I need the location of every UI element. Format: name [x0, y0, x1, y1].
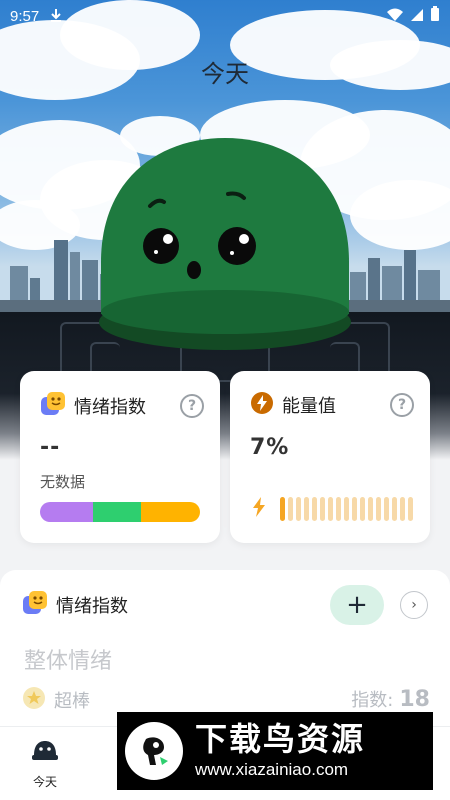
- page-title: 今天: [201, 60, 249, 88]
- nav-tab-today[interactable]: 今天: [20, 739, 70, 790]
- watermark-banner: 下载鸟资源 www.xiazainiao.com: [117, 712, 433, 790]
- bird-logo-icon: [125, 722, 183, 780]
- energy-help-icon[interactable]: ?: [390, 393, 414, 417]
- energy-tick: [400, 497, 405, 521]
- energy-tick: [376, 497, 381, 521]
- download-icon: [49, 7, 63, 26]
- emotion-face-icon: [22, 590, 48, 620]
- energy-tick: [368, 497, 373, 521]
- mascot-character[interactable]: [98, 134, 352, 354]
- overall-mood-heading: 整体情绪: [24, 649, 113, 674]
- watermark-title: 下载鸟资源: [195, 720, 366, 758]
- signal-icon: [410, 7, 424, 26]
- energy-tick: [344, 497, 349, 521]
- energy-card[interactable]: 能量值 ? 7%: [230, 371, 430, 543]
- energy-tick: [408, 497, 413, 521]
- add-emotion-button[interactable]: +: [330, 585, 384, 625]
- emotion-face-icon: [40, 391, 66, 421]
- mood-row: 超棒: [22, 686, 90, 714]
- emotion-status-text: 无数据: [40, 473, 86, 491]
- energy-tick: [296, 497, 301, 521]
- energy-tick: [328, 497, 333, 521]
- emotion-card-label: 情绪指数: [74, 397, 146, 418]
- index-value: 18: [399, 687, 430, 712]
- energy-tick: [312, 497, 317, 521]
- energy-bolt-icon: [250, 391, 274, 419]
- energy-tick: [288, 497, 293, 521]
- wifi-icon: [386, 7, 404, 26]
- energy-tick: [384, 497, 389, 521]
- energy-tick: [352, 497, 357, 521]
- watermark-url: www.xiazainiao.com: [195, 760, 349, 779]
- status-bar: 9:57: [0, 0, 450, 32]
- emotion-value: --: [40, 435, 61, 460]
- energy-ticks: [280, 497, 413, 521]
- status-time: 9:57: [10, 7, 40, 25]
- dome-icon: [31, 739, 59, 767]
- energy-tick: [336, 497, 341, 521]
- energy-tick: [280, 497, 285, 521]
- mood-text: 超棒: [54, 691, 90, 712]
- energy-tick: [304, 497, 309, 521]
- lightning-icon: [252, 497, 266, 521]
- emotion-color-bar: [40, 502, 200, 522]
- chevron-right-icon[interactable]: ›: [400, 591, 428, 619]
- energy-card-label: 能量值: [282, 396, 336, 417]
- index-label: 指数:: [351, 690, 394, 711]
- energy-tick: [320, 497, 325, 521]
- battery-icon: [430, 6, 440, 26]
- star-badge-icon: [22, 686, 46, 714]
- emotion-help-icon[interactable]: ?: [180, 394, 204, 418]
- energy-tick: [392, 497, 397, 521]
- emotion-index-card[interactable]: 情绪指数 ? -- 无数据: [20, 371, 220, 543]
- energy-tick: [360, 497, 365, 521]
- emotion-index-panel: 情绪指数 + › 整体情绪 超棒 指数: 18: [0, 570, 450, 730]
- energy-level-meter: [252, 497, 413, 521]
- nav-tab-today-label: 今天: [32, 775, 57, 789]
- panel-title: 情绪指数: [56, 596, 128, 617]
- energy-value: 7%: [250, 435, 290, 460]
- index-score: 指数: 18: [351, 686, 430, 712]
